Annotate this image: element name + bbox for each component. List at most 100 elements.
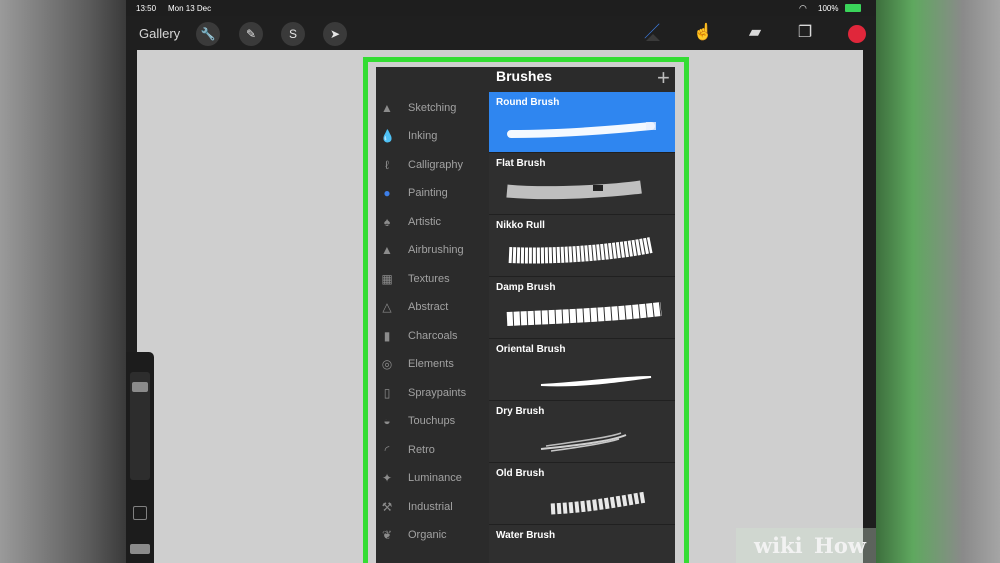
brush-set-painting[interactable]: ● Painting — [376, 179, 489, 207]
brush-set-calligraphy[interactable]: ℓ Calligraphy — [376, 151, 489, 179]
brush-set-label: Touchups — [408, 415, 456, 427]
brush-set-label: Artistic — [408, 216, 441, 228]
watermark-how: How — [814, 533, 866, 558]
brush-flat-brush[interactable]: Flat Brush — [489, 153, 675, 215]
background-right — [876, 0, 1000, 563]
brush-size-slider[interactable] — [130, 372, 150, 480]
inking-icon: 💧 — [380, 129, 395, 143]
brush-old-brush[interactable]: Old Brush — [489, 463, 675, 525]
background-left — [0, 0, 126, 563]
brush-set-label: Organic — [408, 529, 447, 541]
layers-icon[interactable]: ❐ — [794, 22, 816, 44]
status-date: Mon 13 Dec — [168, 4, 212, 13]
wifi-icon: ◠ — [799, 3, 807, 13]
brush-name: Nikko Rull — [496, 220, 545, 231]
sidebar-sliders — [126, 352, 154, 563]
brush-set-industrial[interactable]: ⚒ Industrial — [376, 493, 489, 521]
top-toolbar: Gallery 🔧 ✎ S ➤ ／ ☝ ▰ ❐ — [126, 16, 876, 50]
brush-set-charcoals[interactable]: ▮ Charcoals — [376, 322, 489, 350]
brush-set-label: Elements — [408, 358, 454, 370]
brush-set-organic[interactable]: ❦ Organic — [376, 521, 489, 549]
brush-damp-brush[interactable]: Damp Brush — [489, 277, 675, 339]
brush-water-brush[interactable]: Water Brush — [489, 525, 675, 563]
brush-name: Flat Brush — [496, 158, 546, 169]
brush-set-spraypaints[interactable]: ▯ Spraypaints — [376, 379, 489, 407]
brush-set-label: Charcoals — [408, 330, 458, 342]
textures-icon: ▦ — [381, 272, 393, 286]
spraypaints-icon: ▯ — [383, 386, 391, 400]
brush-list: Round Brush Flat Brush Nikko Rull Damp B… — [489, 92, 675, 563]
gallery-button[interactable]: Gallery — [139, 26, 180, 41]
brush-set-textures[interactable]: ▦ Textures — [376, 265, 489, 293]
old-brush-stroke-preview — [550, 491, 647, 515]
nikko-rull-stroke-preview — [508, 237, 653, 264]
brush-name: Dry Brush — [496, 406, 545, 417]
industrial-icon: ⚒ — [381, 500, 393, 514]
flat-brush-stroke-preview — [506, 180, 642, 200]
brush-name: Oriental Brush — [496, 344, 566, 355]
brush-round-brush[interactable]: Round Brush — [489, 92, 675, 153]
brush-set-label: Spraypaints — [408, 387, 467, 399]
brush-set-label: Airbrushing — [408, 244, 464, 256]
retro-icon: ◜ — [384, 443, 390, 457]
smudge-icon[interactable]: ☝ — [692, 22, 714, 44]
brush-library-title: Brushes — [496, 68, 553, 84]
airbrushing-icon: ▲ — [381, 243, 393, 257]
artistic-icon: ♠ — [383, 215, 391, 229]
brush-set-sketching[interactable]: ▲ Sketching — [376, 94, 489, 122]
color-picker-button[interactable] — [848, 25, 866, 43]
brush-set-luminance[interactable]: ✦ Luminance — [376, 464, 489, 492]
calligraphy-icon: ℓ — [385, 158, 389, 172]
round-brush-stroke-preview — [507, 122, 656, 138]
opacity-slider-handle[interactable] — [130, 544, 150, 554]
brush-set-abstract[interactable]: △ Abstract — [376, 293, 489, 321]
brush-set-label: Inking — [408, 130, 438, 142]
brush-set-label: Calligraphy — [408, 159, 464, 171]
touchups-icon: ◒ — [383, 414, 391, 428]
status-time: 13:50 — [136, 4, 157, 13]
magic-wand-icon[interactable]: ✎ — [239, 22, 263, 46]
popover-pointer — [646, 34, 660, 41]
brush-set-retro[interactable]: ◜ Retro — [376, 436, 489, 464]
watermark-wiki: wiki — [754, 533, 803, 558]
brush-nikko-rull[interactable]: Nikko Rull — [489, 215, 675, 277]
add-brush-icon[interactable]: + — [657, 65, 670, 91]
brush-set-artistic[interactable]: ♠ Artistic — [376, 208, 489, 236]
luminance-icon: ✦ — [381, 471, 393, 485]
brush-name: Damp Brush — [496, 282, 556, 293]
brush-name: Water Brush — [496, 530, 556, 541]
organic-icon: ❦ — [381, 528, 393, 542]
brush-set-label: Retro — [408, 444, 435, 456]
brush-set-label: Textures — [408, 273, 450, 285]
brush-name: Old Brush — [496, 468, 545, 479]
oriental-brush-stroke-preview — [540, 376, 652, 387]
brush-size-handle[interactable] — [132, 382, 148, 392]
battery-icon — [845, 4, 861, 12]
brush-set-label: Abstract — [408, 301, 449, 313]
charcoals-icon: ▮ — [383, 329, 391, 343]
brush-set-label: Industrial — [408, 501, 453, 513]
battery-percent: 100% — [818, 4, 839, 13]
modify-button[interactable] — [133, 506, 147, 520]
abstract-icon: △ — [382, 300, 392, 314]
brush-oriental-brush[interactable]: Oriental Brush — [489, 339, 675, 401]
brush-set-elements[interactable]: ◎ Elements — [376, 350, 489, 378]
transform-arrow-icon[interactable]: ➤ — [323, 22, 347, 46]
brush-set-touchups[interactable]: ◒ Touchups — [376, 407, 489, 435]
brush-set-label: Painting — [408, 187, 448, 199]
sketching-icon: ▲ — [381, 101, 393, 115]
elements-icon: ◎ — [381, 357, 393, 371]
selection-icon[interactable]: S — [281, 22, 305, 46]
brush-dry-brush[interactable]: Dry Brush — [489, 401, 675, 463]
eraser-icon[interactable]: ▰ — [744, 22, 766, 44]
brush-library-panel: Brushes + ▲ Sketching 💧 Inking ℓ Calligr… — [376, 65, 675, 563]
painting-icon: ● — [383, 186, 391, 200]
brush-set-airbrushing[interactable]: ▲ Airbrushing — [376, 236, 489, 264]
wikihow-watermark: wiki How — [736, 528, 876, 563]
brush-set-inking[interactable]: 💧 Inking — [376, 122, 489, 150]
dry-brush-stroke-preview — [540, 432, 627, 452]
wrench-icon[interactable]: 🔧 — [196, 22, 220, 46]
brush-set-list: ▲ Sketching 💧 Inking ℓ Calligraphy ● Pai… — [376, 92, 489, 563]
brush-name: Round Brush — [496, 97, 560, 108]
brush-set-label: Luminance — [408, 472, 462, 484]
